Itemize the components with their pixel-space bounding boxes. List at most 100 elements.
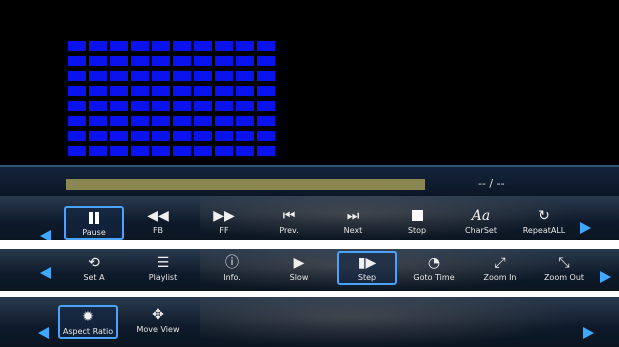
grid-cell [173, 116, 191, 126]
set-a-button[interactable]: ⟲ Set A [64, 253, 124, 287]
grid-cell [236, 71, 254, 81]
playlist-icon: ☰ [156, 255, 170, 271]
grid-cell [152, 131, 170, 141]
zoom-out-button[interactable]: ⤡ Zoom Out [534, 253, 594, 287]
grid-cell [215, 86, 233, 96]
grid-cell [110, 146, 128, 156]
ff-button[interactable]: ▶▶ FF [194, 206, 254, 240]
grid-cell [152, 146, 170, 156]
next-button[interactable]: ⏭ Next [323, 206, 383, 240]
grid-cell [257, 71, 275, 81]
pause-button[interactable]: Pause [64, 206, 124, 240]
progress-area: -- / -- [0, 165, 619, 197]
grid-cell [68, 86, 86, 96]
grid-cell [194, 71, 212, 81]
grid-cell [89, 71, 107, 81]
grid-cell [257, 131, 275, 141]
grid-cell [215, 131, 233, 141]
zoom-out-icon: ⤡ [558, 255, 570, 271]
playlist-button[interactable]: ☰ Playlist [133, 253, 193, 287]
grid-cell [236, 131, 254, 141]
grid-cell [173, 131, 191, 141]
grid-cell [110, 56, 128, 66]
grid-cell [131, 101, 149, 111]
control-row-3: ✹ Aspect Ratio ✥ Move View [0, 297, 619, 347]
grid-cell [257, 56, 275, 66]
grid-cell [257, 86, 275, 96]
grid-cell [194, 41, 212, 51]
pause-icon [66, 208, 122, 228]
grid-cell [110, 86, 128, 96]
gear-icon: ✹ [82, 309, 94, 325]
grid-cell [215, 116, 233, 126]
grid-cell [194, 131, 212, 141]
grid-cell [194, 101, 212, 111]
grid-cell [131, 131, 149, 141]
scroll-left-arrow-icon[interactable] [38, 327, 49, 339]
background-scene [200, 297, 580, 347]
scroll-right-arrow-icon[interactable] [600, 271, 611, 283]
grid-cell [68, 56, 86, 66]
grid-cell [68, 101, 86, 111]
blue-test-pattern [68, 41, 275, 156]
grid-cell [89, 101, 107, 111]
time-display: -- / -- [478, 177, 505, 190]
grid-cell [257, 116, 275, 126]
fast-forward-icon: ▶▶ [213, 208, 235, 224]
grid-cell [131, 71, 149, 81]
grid-cell [89, 86, 107, 96]
grid-cell [236, 56, 254, 66]
repeat-icon: ↻ [538, 208, 550, 224]
rewind-icon: ◀◀ [147, 208, 169, 224]
grid-cell [89, 56, 107, 66]
grid-cell [152, 116, 170, 126]
move-icon: ✥ [152, 307, 164, 323]
repeat-all-button[interactable]: ↻ RepeatALL [514, 206, 574, 240]
grid-cell [215, 101, 233, 111]
scroll-right-arrow-icon[interactable] [580, 222, 591, 234]
step-button[interactable]: ▮▶ Step [337, 251, 397, 285]
grid-cell [194, 146, 212, 156]
slow-button[interactable]: ▶ Slow [269, 253, 329, 287]
grid-cell [68, 116, 86, 126]
set-a-icon: ⟲ [88, 255, 100, 271]
info-button[interactable]: ⓘ Info. [202, 253, 262, 287]
fb-button[interactable]: ◀◀ FB [128, 206, 188, 240]
prev-button[interactable]: ⏮ Prev. [259, 206, 319, 240]
grid-cell [131, 86, 149, 96]
grid-cell [131, 56, 149, 66]
slow-icon: ▶ [293, 255, 305, 271]
clock-icon: ◔ [427, 255, 441, 271]
grid-cell [110, 41, 128, 51]
stop-button[interactable]: Stop [387, 206, 447, 240]
grid-cell [194, 86, 212, 96]
grid-cell [173, 56, 191, 66]
grid-cell [215, 56, 233, 66]
zoom-in-icon: ⤢ [494, 255, 506, 271]
grid-cell [173, 86, 191, 96]
stop-icon [387, 206, 447, 226]
video-area [0, 0, 619, 165]
previous-icon: ⏮ [282, 208, 296, 224]
goto-time-button[interactable]: ◔ Goto Time [404, 253, 464, 287]
scroll-right-arrow-icon[interactable] [583, 327, 594, 339]
progress-bar[interactable] [66, 179, 425, 190]
grid-cell [257, 146, 275, 156]
control-row-2: ⟲ Set A ☰ Playlist ⓘ Info. ▶ Slow ▮▶ Ste… [0, 249, 619, 291]
separator [0, 240, 619, 249]
charset-button[interactable]: Aa CharSet [451, 206, 511, 240]
grid-cell [152, 86, 170, 96]
grid-cell [215, 71, 233, 81]
scroll-left-arrow-icon[interactable] [40, 267, 51, 279]
grid-cell [89, 146, 107, 156]
grid-cell [257, 41, 275, 51]
grid-cell [215, 146, 233, 156]
grid-cell [236, 116, 254, 126]
grid-cell [236, 86, 254, 96]
zoom-in-button[interactable]: ⤢ Zoom In [470, 253, 530, 287]
grid-cell [68, 146, 86, 156]
grid-cell [110, 116, 128, 126]
grid-cell [173, 71, 191, 81]
move-view-button[interactable]: ✥ Move View [128, 305, 188, 339]
aspect-ratio-button[interactable]: ✹ Aspect Ratio [58, 305, 118, 339]
